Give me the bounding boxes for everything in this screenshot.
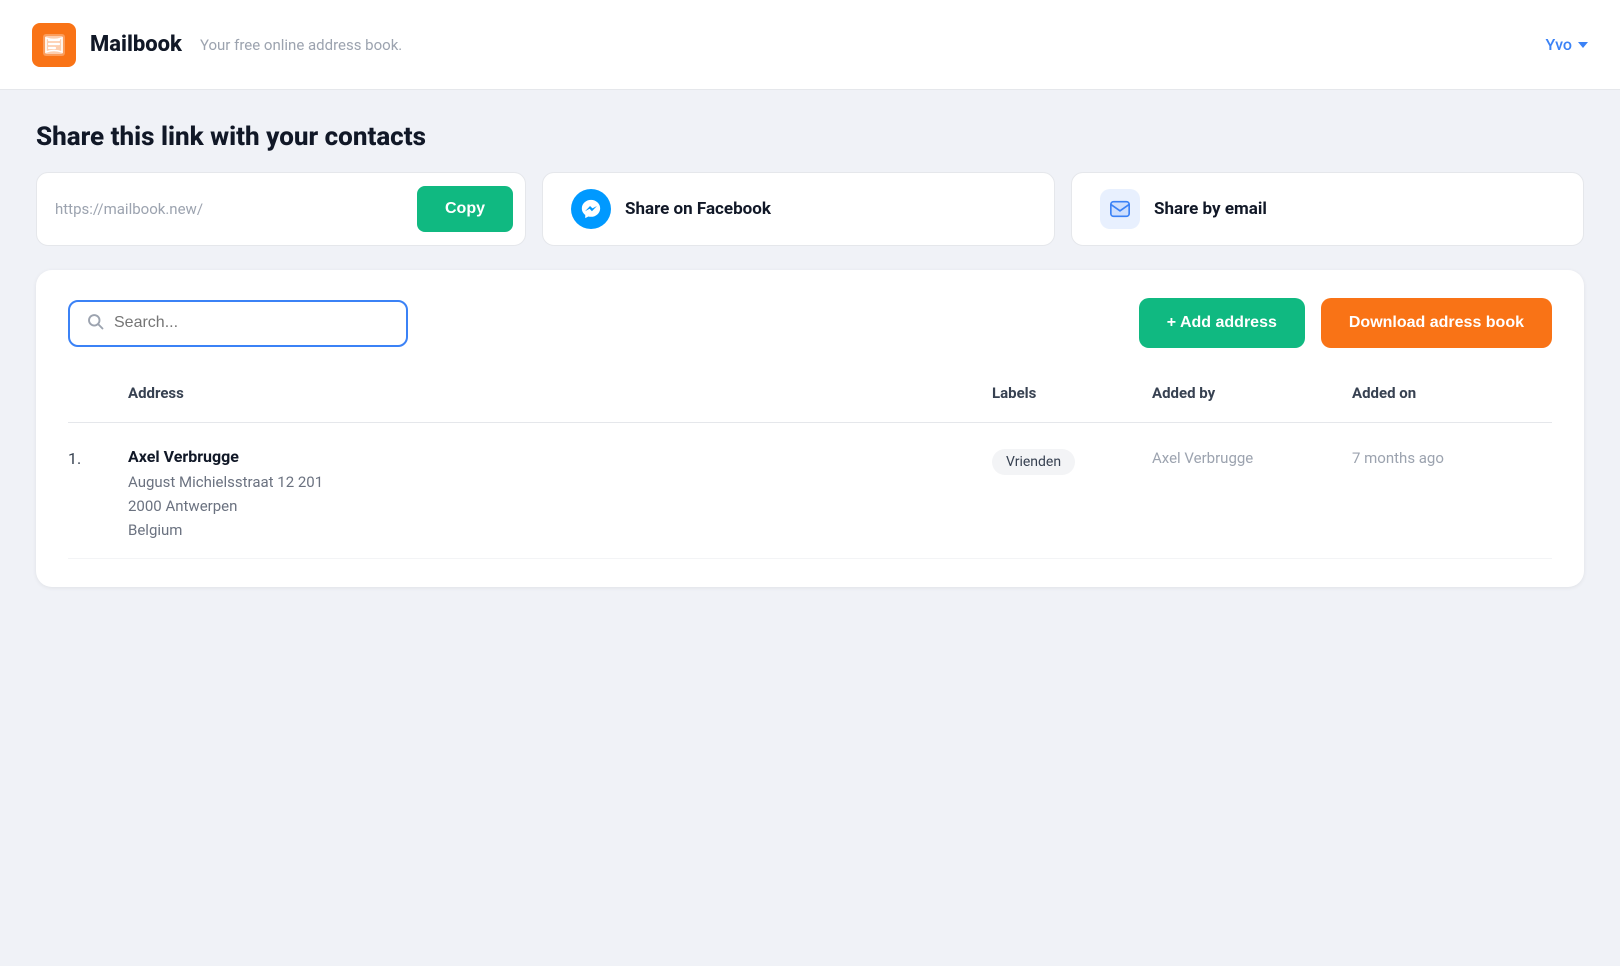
col-added-on: Added on (1352, 376, 1552, 410)
table-row: 1. Axel Verbrugge August Michielsstraat … (68, 431, 1552, 559)
share-actions: https://mailbook.new/ Copy Share on Face… (36, 172, 1584, 246)
share-title: Share this link with your contacts (36, 122, 1584, 152)
share-link-box: https://mailbook.new/ Copy (36, 172, 526, 246)
label-badge: Vrienden (992, 449, 1075, 475)
contact-name: Axel Verbrugge (128, 447, 992, 466)
search-input[interactable] (114, 314, 390, 332)
col-address: Address (128, 376, 992, 410)
table-header: Address Labels Added by Added on (68, 376, 1552, 423)
share-section: Share this link with your contacts https… (36, 122, 1584, 246)
app-title: Mailbook (90, 32, 182, 57)
contact-city: 2000 Antwerpen (128, 494, 992, 518)
header-logo-area: Mailbook Your free online address book. (32, 23, 402, 67)
share-email-label: Share by email (1154, 199, 1267, 219)
table-rows: 1. Axel Verbrugge August Michielsstraat … (68, 431, 1552, 559)
download-address-book-button[interactable]: Download adress book (1321, 298, 1552, 348)
app-header: Mailbook Your free online address book. … (0, 0, 1620, 90)
share-facebook-label: Share on Facebook (625, 199, 771, 219)
share-link-url: https://mailbook.new/ (55, 200, 405, 218)
add-address-button[interactable]: + Add address (1139, 298, 1305, 348)
share-email-box[interactable]: Share by email (1071, 172, 1584, 246)
app-subtitle: Your free online address book. (200, 36, 402, 54)
row-number: 1. (68, 447, 128, 468)
user-name: Yvo (1545, 35, 1572, 54)
contact-added-on: 7 months ago (1352, 447, 1552, 467)
contact-country: Belgium (128, 518, 992, 542)
contact-address: Axel Verbrugge August Michielsstraat 12 … (128, 447, 992, 542)
facebook-messenger-icon (571, 189, 611, 229)
search-box[interactable] (68, 300, 408, 347)
contact-street: August Michielsstraat 12 201 (128, 470, 992, 494)
email-icon (1100, 189, 1140, 229)
col-labels: Labels (992, 376, 1152, 410)
contact-added-by: Axel Verbrugge (1152, 447, 1352, 467)
contact-labels: Vrienden (992, 447, 1152, 475)
share-facebook-box[interactable]: Share on Facebook (542, 172, 1055, 246)
user-menu[interactable]: Yvo (1545, 35, 1588, 54)
search-icon (86, 312, 104, 335)
contacts-section: + Add address Download adress book Addre… (36, 270, 1584, 587)
copy-button[interactable]: Copy (417, 186, 513, 232)
contacts-toolbar: + Add address Download adress book (68, 298, 1552, 348)
app-logo-icon (32, 23, 76, 67)
col-number (68, 376, 128, 410)
main-content: Share this link with your contacts https… (0, 90, 1620, 619)
col-added-by: Added by (1152, 376, 1352, 410)
chevron-down-icon (1578, 42, 1588, 48)
